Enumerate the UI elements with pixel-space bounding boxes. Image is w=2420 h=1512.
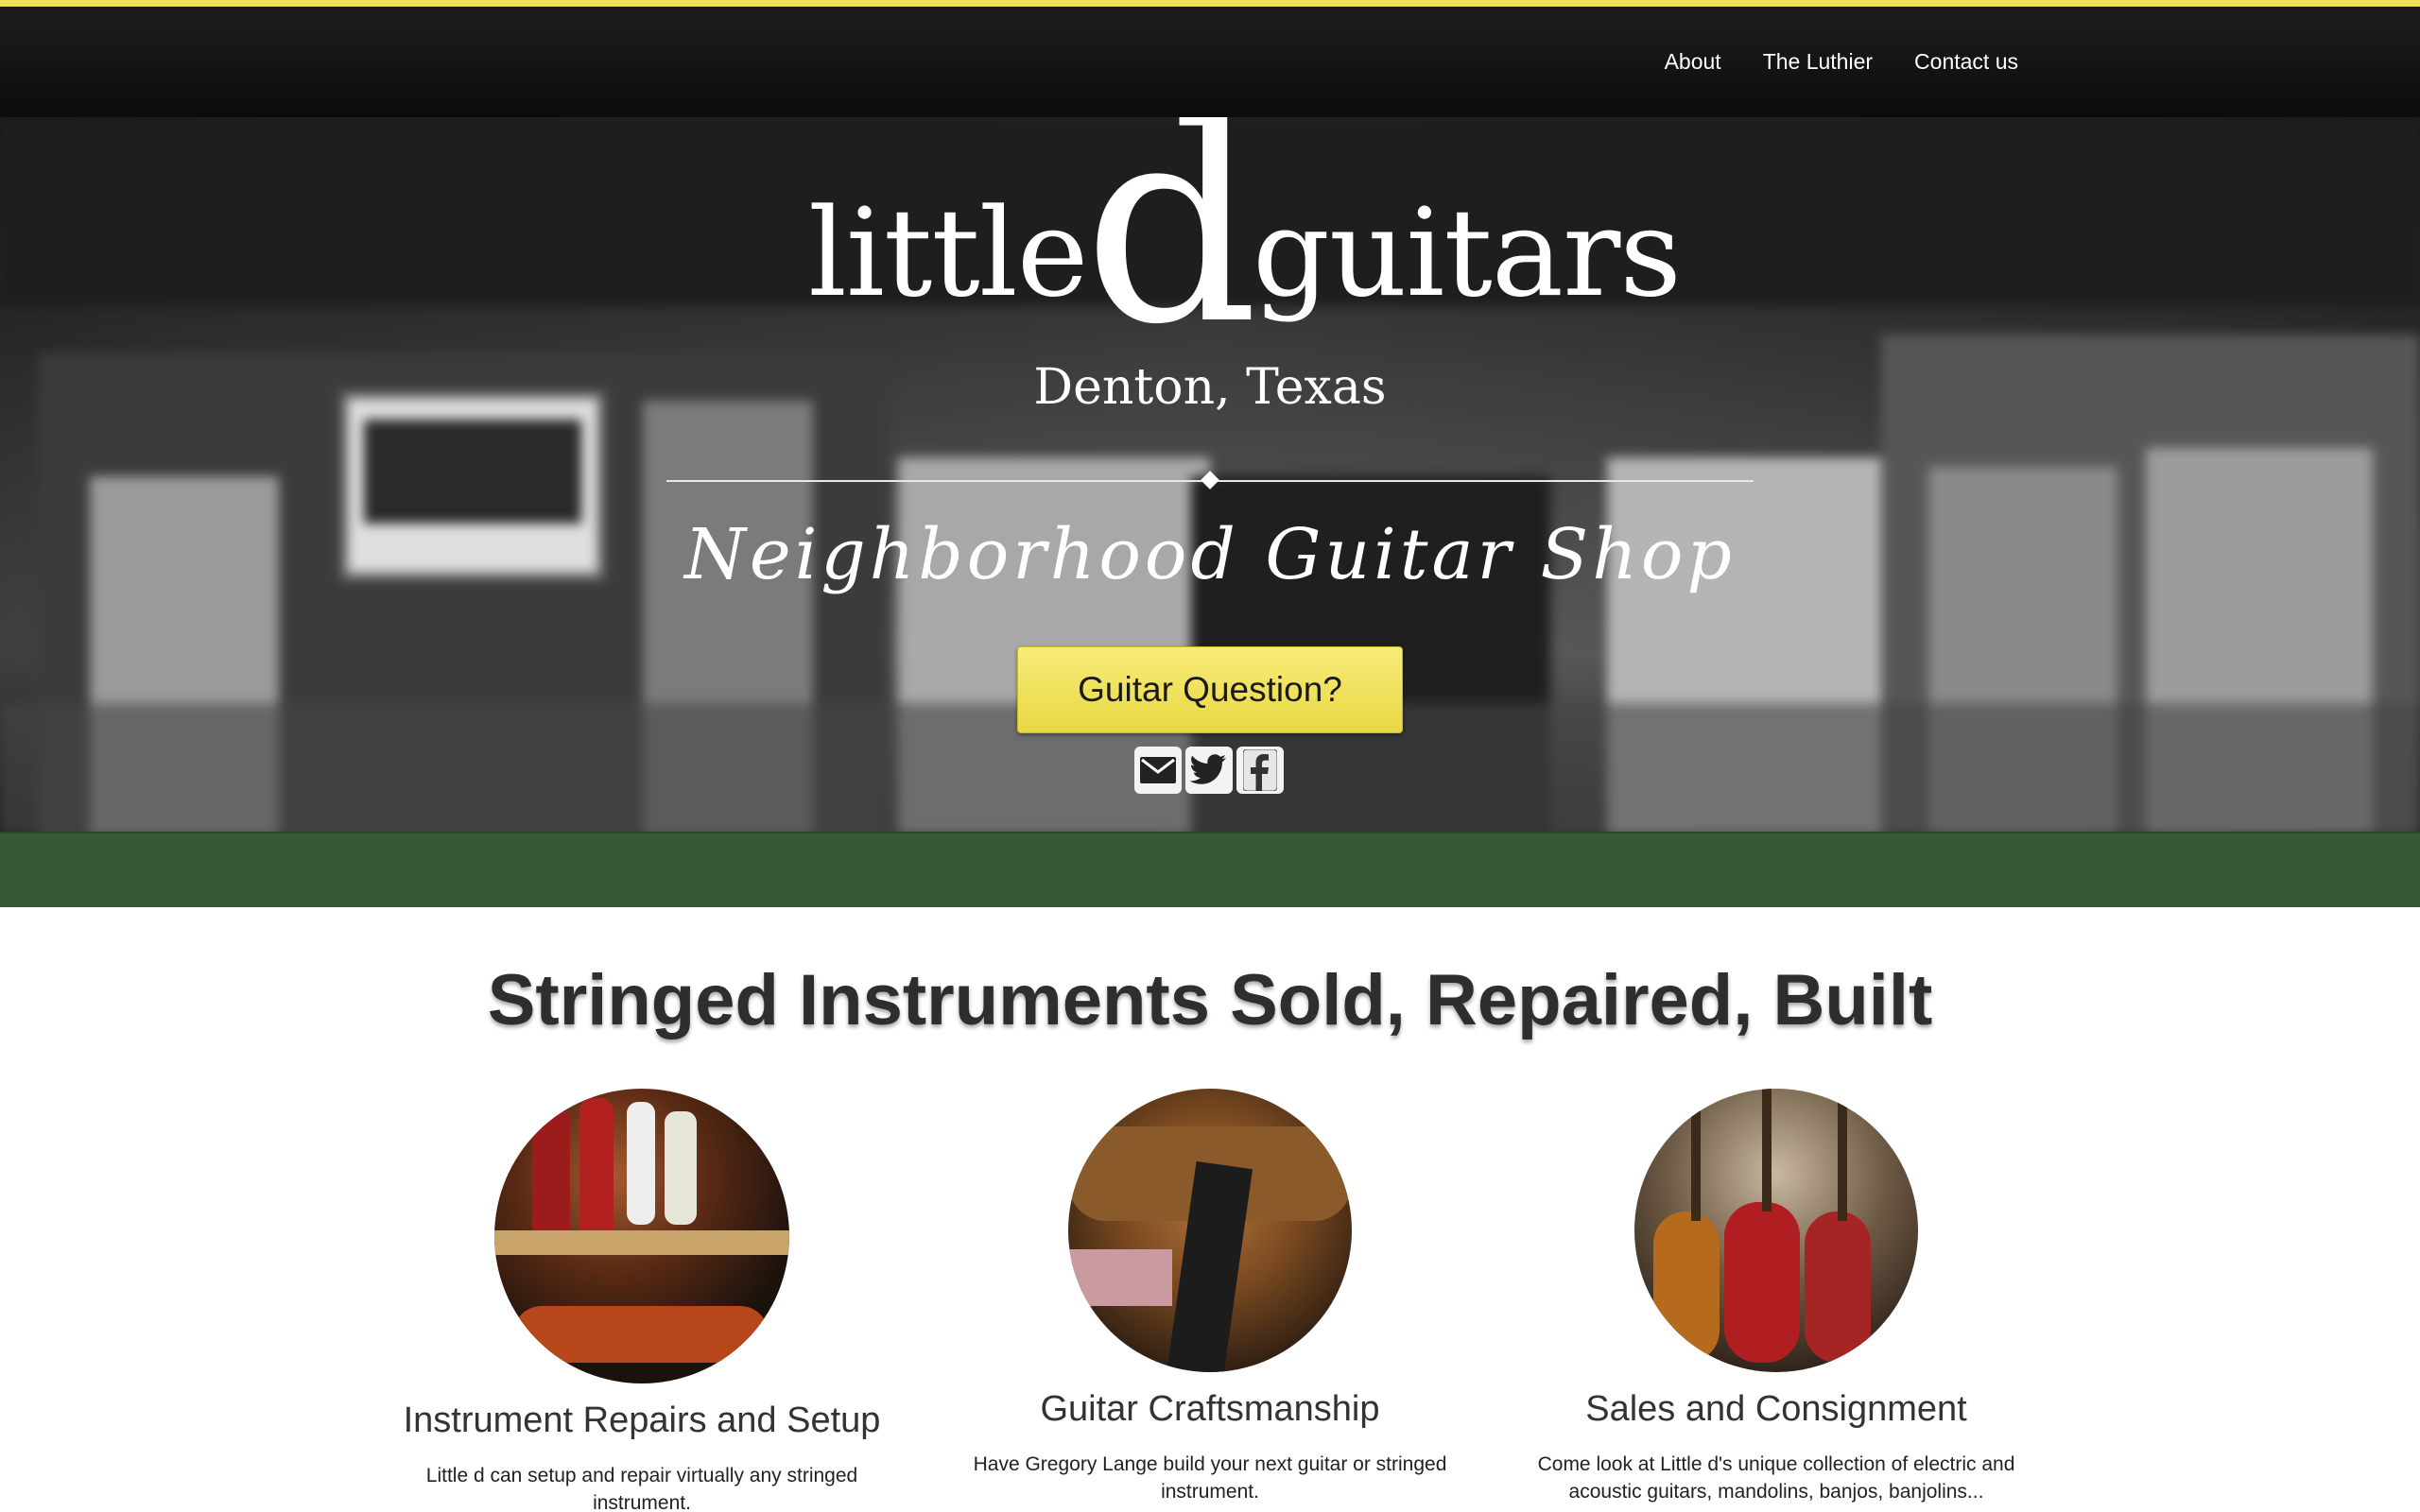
top-accent-stripe [0,0,2420,7]
feature-title: Guitar Craftsmanship [1040,1389,1380,1429]
feature-sales: Sales and Consignment Come look at Littl… [1512,1089,2041,1505]
green-separator-band [0,832,2420,907]
facebook-icon[interactable] [1236,747,1284,794]
nav-link-about[interactable]: About [1665,49,1721,75]
logo-location: Denton, Texas [1033,359,1387,416]
hero-banner: little d guitars Denton, Texas Neighborh… [0,117,2420,832]
craftsmanship-image [1068,1089,1352,1372]
navbar: About The Luthier Contact us [0,7,2420,117]
feature-craftsmanship: Guitar Craftsmanship Have Gregory Lange … [945,1089,1475,1505]
hero-tagline: Neighborhood Guitar Shop [684,514,1736,595]
logo-text-little: little [808,183,1088,324]
logo-text-d: d [1083,117,1259,385]
feature-description: Have Gregory Lange build your next guita… [973,1453,1447,1503]
sales-image [1634,1089,1918,1372]
twitter-icon[interactable] [1185,747,1233,794]
email-icon[interactable] [1134,747,1182,794]
feature-description: Come look at Little d's unique collectio… [1537,1453,2015,1503]
feature-title: Sales and Consignment [1585,1389,1967,1429]
guitar-question-button[interactable]: Guitar Question? [1017,646,1403,733]
feature-repairs: Instrument Repairs and Setup Little d ca… [377,1089,907,1512]
nav-links: About The Luthier Contact us [1665,7,2018,117]
feature-title: Instrument Repairs and Setup [403,1400,881,1440]
social-links [1134,747,1284,794]
logo-text-guitars: guitars [1253,183,1682,324]
feature-description: Little d can setup and repair virtually … [425,1465,858,1512]
services-heading: Stringed Instruments Sold, Repaired, Bui… [487,960,1933,1040]
repairs-image [494,1089,789,1383]
nav-link-contact[interactable]: Contact us [1914,49,2018,75]
nav-link-luthier[interactable]: The Luthier [1763,49,1873,75]
